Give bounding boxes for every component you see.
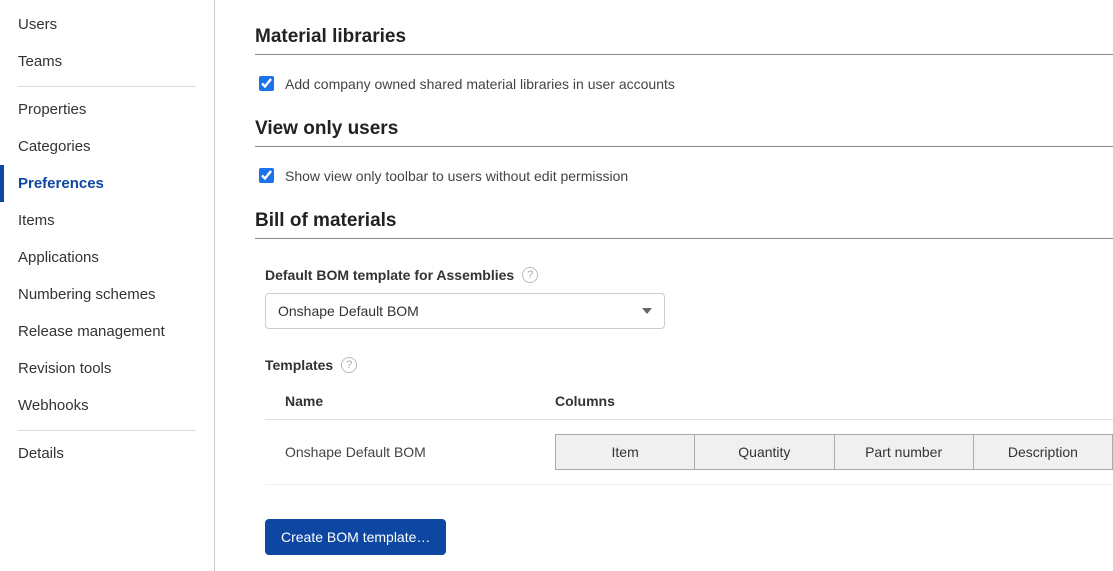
template-column-description[interactable]: Description xyxy=(973,434,1113,470)
divider xyxy=(255,238,1113,239)
sidebar-item-label: Users xyxy=(18,16,57,33)
templates-label: Templates ? xyxy=(265,357,1113,373)
material-libraries-checkbox[interactable] xyxy=(259,76,274,91)
sidebar-group-1: Users Teams xyxy=(18,6,196,80)
sidebar-item-label: Properties xyxy=(18,101,86,118)
template-columns: Item Quantity Part number Description xyxy=(555,434,1113,470)
sidebar-item-label: Preferences xyxy=(18,175,104,192)
chevron-down-icon xyxy=(642,308,652,314)
sidebar-group-2: Properties Categories Preferences Items … xyxy=(18,86,196,424)
templates-table-header: Name Columns xyxy=(265,383,1113,420)
templates-label-text: Templates xyxy=(265,357,333,373)
section-heading-material-libraries: Material libraries xyxy=(255,26,1113,48)
sidebar-item-label: Details xyxy=(18,445,64,462)
sidebar-item-applications[interactable]: Applications xyxy=(18,239,196,276)
sidebar: Users Teams Properties Categories Prefer… xyxy=(0,0,215,571)
template-column-part-number[interactable]: Part number xyxy=(834,434,974,470)
divider xyxy=(255,146,1113,147)
template-name: Onshape Default BOM xyxy=(265,444,555,460)
help-icon[interactable]: ? xyxy=(522,267,538,283)
templates-header-name: Name xyxy=(265,393,555,409)
templates-header-columns: Columns xyxy=(555,393,1113,409)
sidebar-item-teams[interactable]: Teams xyxy=(18,43,196,80)
templates-table: Name Columns Onshape Default BOM Item Qu… xyxy=(265,383,1113,485)
view-only-checkbox-row[interactable]: Show view only toolbar to users without … xyxy=(255,165,1113,186)
material-libraries-checkbox-row[interactable]: Add company owned shared material librar… xyxy=(255,73,1113,94)
view-only-checkbox-label: Show view only toolbar to users without … xyxy=(285,168,628,184)
sidebar-item-label: Items xyxy=(18,212,55,229)
sidebar-item-label: Applications xyxy=(18,249,99,266)
sidebar-item-label: Teams xyxy=(18,53,62,70)
sidebar-item-label: Release management xyxy=(18,323,165,340)
material-libraries-checkbox-label: Add company owned shared material librar… xyxy=(285,76,675,92)
sidebar-item-webhooks[interactable]: Webhooks xyxy=(18,387,196,424)
default-bom-template-value: Onshape Default BOM xyxy=(278,303,419,319)
sidebar-item-label: Numbering schemes xyxy=(18,286,156,303)
table-row[interactable]: Onshape Default BOM Item Quantity Part n… xyxy=(265,420,1113,485)
sidebar-item-preferences[interactable]: Preferences xyxy=(0,165,196,202)
section-heading-view-only-users: View only users xyxy=(255,118,1113,140)
help-icon[interactable]: ? xyxy=(341,357,357,373)
default-bom-template-label-text: Default BOM template for Assemblies xyxy=(265,267,514,283)
sidebar-item-categories[interactable]: Categories xyxy=(18,128,196,165)
default-bom-template-select[interactable]: Onshape Default BOM xyxy=(265,293,665,329)
view-only-checkbox[interactable] xyxy=(259,168,274,183)
default-bom-template-label: Default BOM template for Assemblies ? xyxy=(265,267,1113,283)
template-column-quantity[interactable]: Quantity xyxy=(694,434,834,470)
create-bom-template-button[interactable]: Create BOM template… xyxy=(265,519,446,555)
sidebar-item-label: Categories xyxy=(18,138,91,155)
sidebar-item-items[interactable]: Items xyxy=(18,202,196,239)
sidebar-item-label: Webhooks xyxy=(18,397,89,414)
sidebar-item-label: Revision tools xyxy=(18,360,111,377)
sidebar-item-properties[interactable]: Properties xyxy=(18,91,196,128)
sidebar-group-3: Details xyxy=(18,430,196,472)
divider xyxy=(255,54,1113,55)
main-content: Material libraries Add company owned sha… xyxy=(215,0,1113,571)
sidebar-item-users[interactable]: Users xyxy=(18,6,196,43)
sidebar-item-details[interactable]: Details xyxy=(18,435,196,472)
sidebar-item-release-management[interactable]: Release management xyxy=(18,313,196,350)
sidebar-item-numbering-schemes[interactable]: Numbering schemes xyxy=(18,276,196,313)
template-column-item[interactable]: Item xyxy=(555,434,695,470)
section-heading-bill-of-materials: Bill of materials xyxy=(255,210,1113,232)
sidebar-item-revision-tools[interactable]: Revision tools xyxy=(18,350,196,387)
